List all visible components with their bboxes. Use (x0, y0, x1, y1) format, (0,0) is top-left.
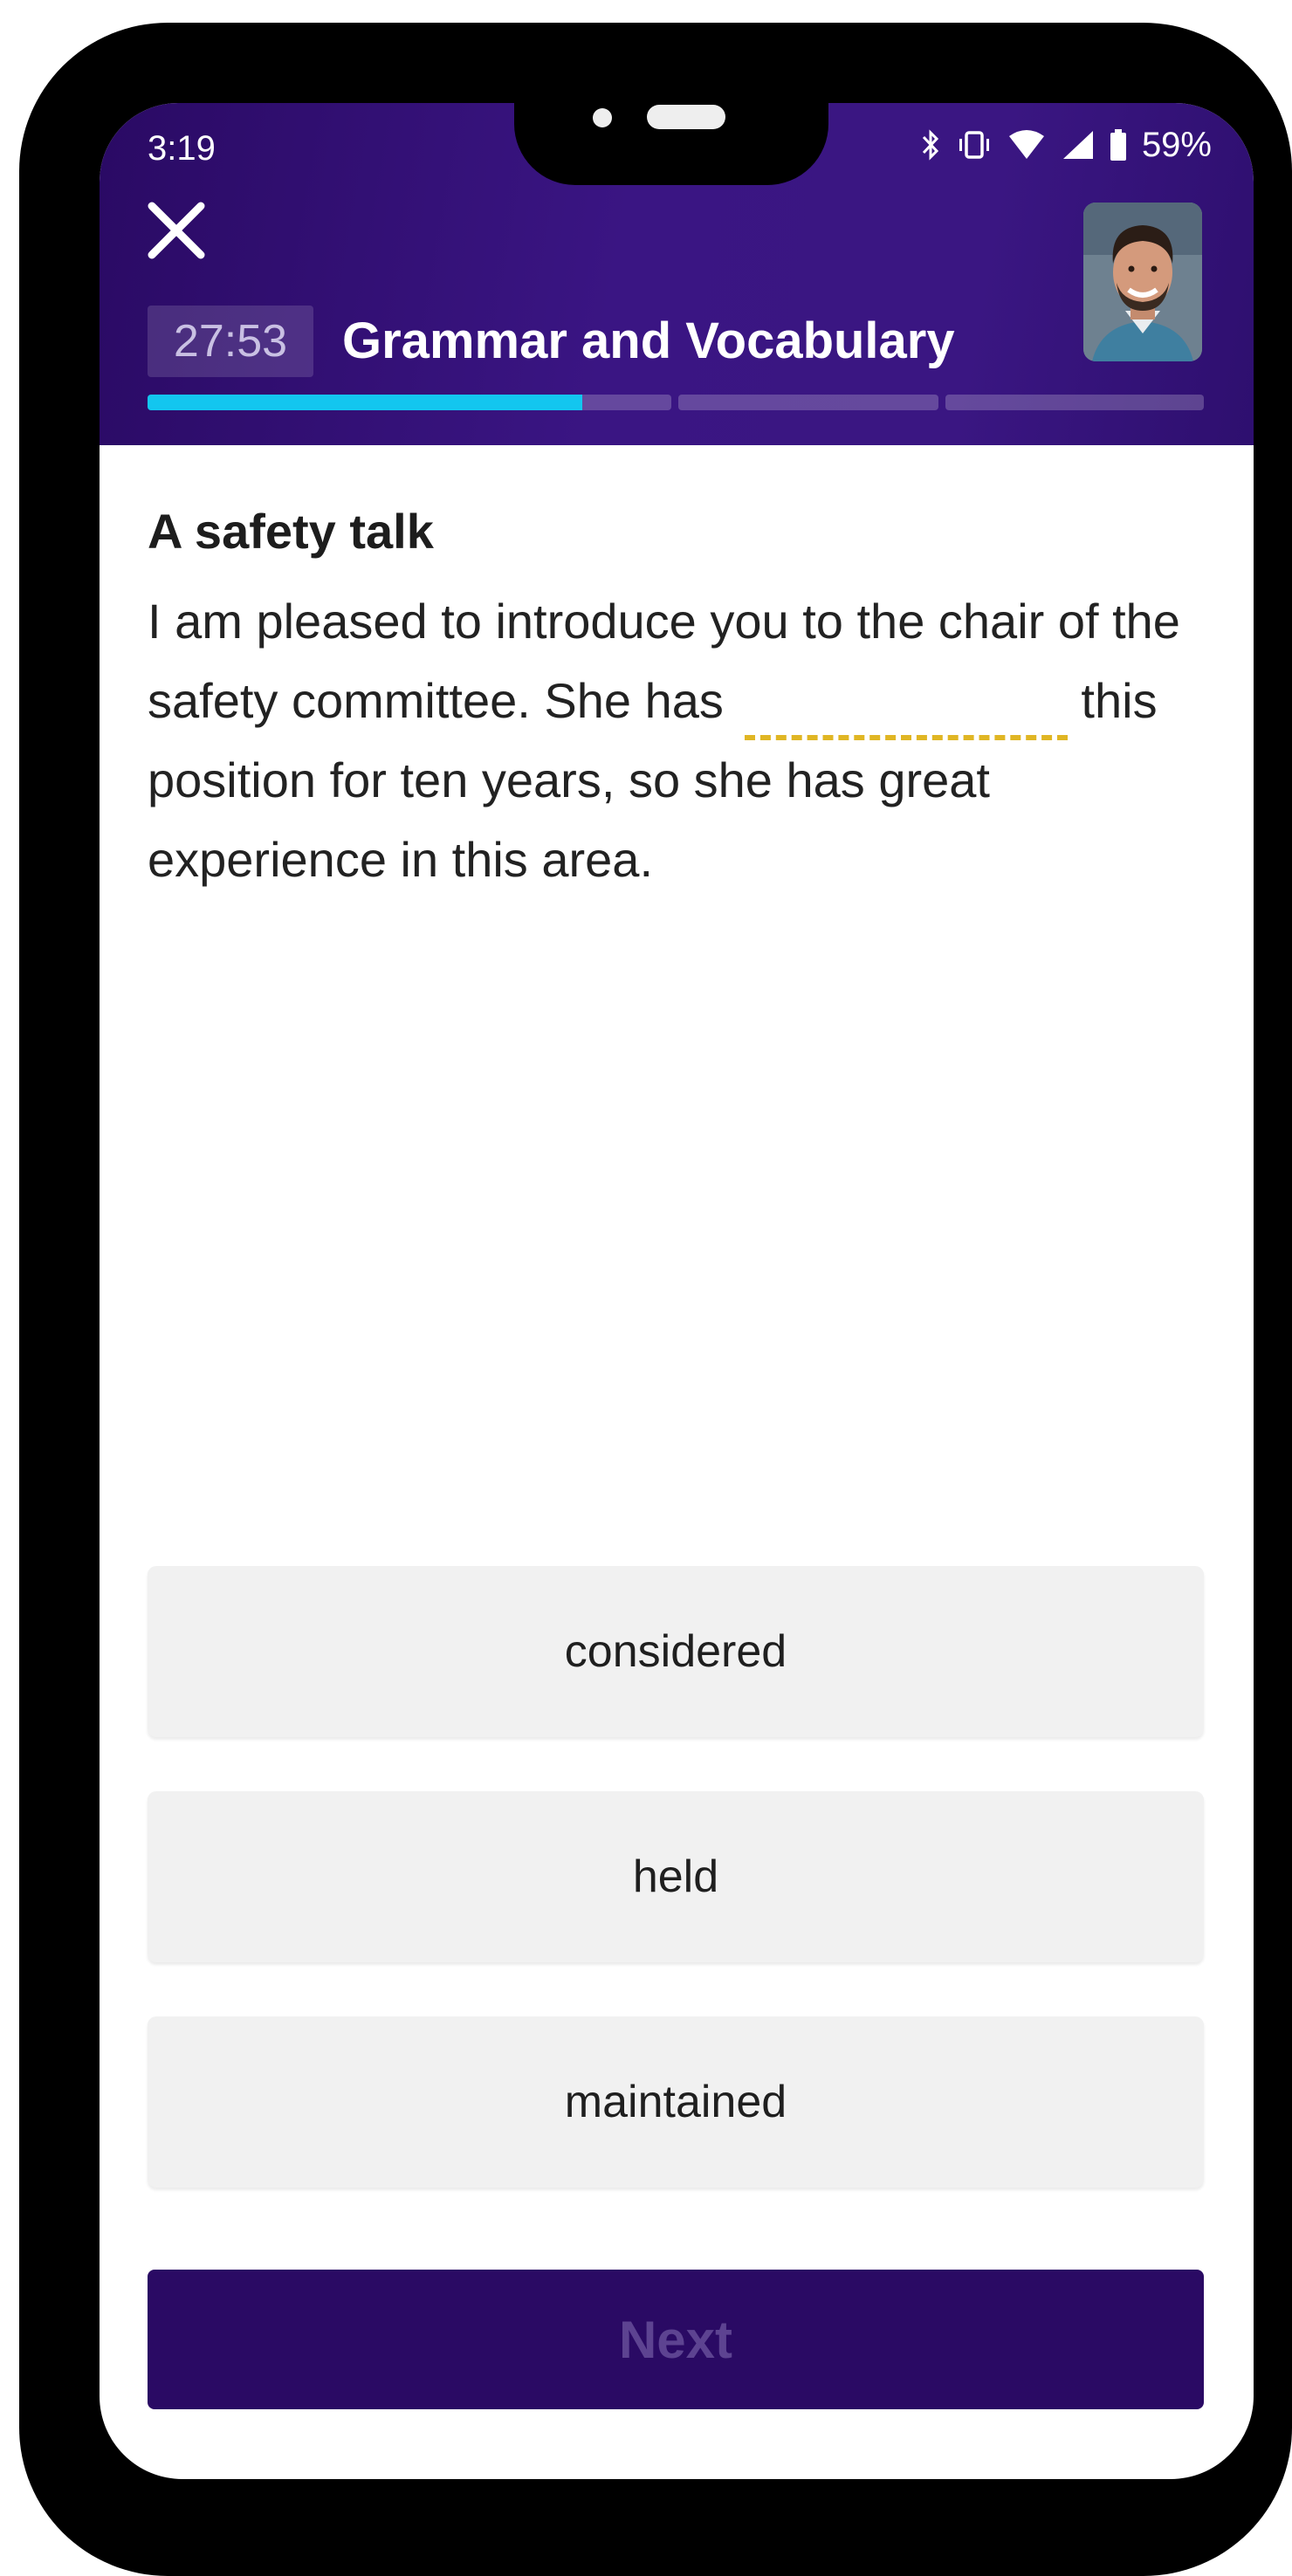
answer-option-held[interactable]: held (148, 1791, 1204, 1962)
wifi-icon (1007, 127, 1046, 162)
section-title: Grammar and Vocabulary (342, 313, 955, 369)
answer-option-considered[interactable]: considered (148, 1566, 1204, 1737)
close-button[interactable] (145, 199, 208, 262)
quiz-header: 3:19 59% 27:53 Grammar and Vocabulary (100, 103, 1254, 445)
camera-dot (593, 108, 612, 127)
progress-segment-current (148, 395, 671, 410)
speaker-grille (647, 105, 725, 129)
app-screen: 3:19 59% 27:53 Grammar and Vocabulary A … (100, 103, 1254, 2479)
tutor-avatar (1083, 203, 1202, 361)
status-time: 3:19 (148, 129, 216, 168)
countdown-timer: 27:53 (148, 306, 313, 377)
vibrate-icon (955, 127, 993, 162)
signal-icon (1060, 127, 1095, 162)
phone-frame: 3:19 59% 27:53 Grammar and Vocabulary A … (19, 23, 1292, 2576)
progress-fill (148, 395, 582, 410)
battery-percent: 59% (1141, 125, 1212, 164)
bluetooth-icon (920, 127, 941, 162)
question-text: I am pleased to introduce you to the cha… (148, 581, 1208, 899)
progress-segment (945, 395, 1204, 410)
next-button[interactable]: Next (148, 2270, 1204, 2409)
battery-icon (1109, 127, 1128, 162)
camera-notch (514, 103, 828, 185)
close-icon (148, 202, 205, 259)
question-heading: A safety talk (148, 504, 434, 559)
status-icons: 59% (920, 126, 1212, 164)
answer-option-maintained[interactable]: maintained (148, 2016, 1204, 2188)
answer-blank (744, 688, 1068, 740)
progress-bar (148, 395, 1204, 410)
progress-segment (678, 395, 938, 410)
